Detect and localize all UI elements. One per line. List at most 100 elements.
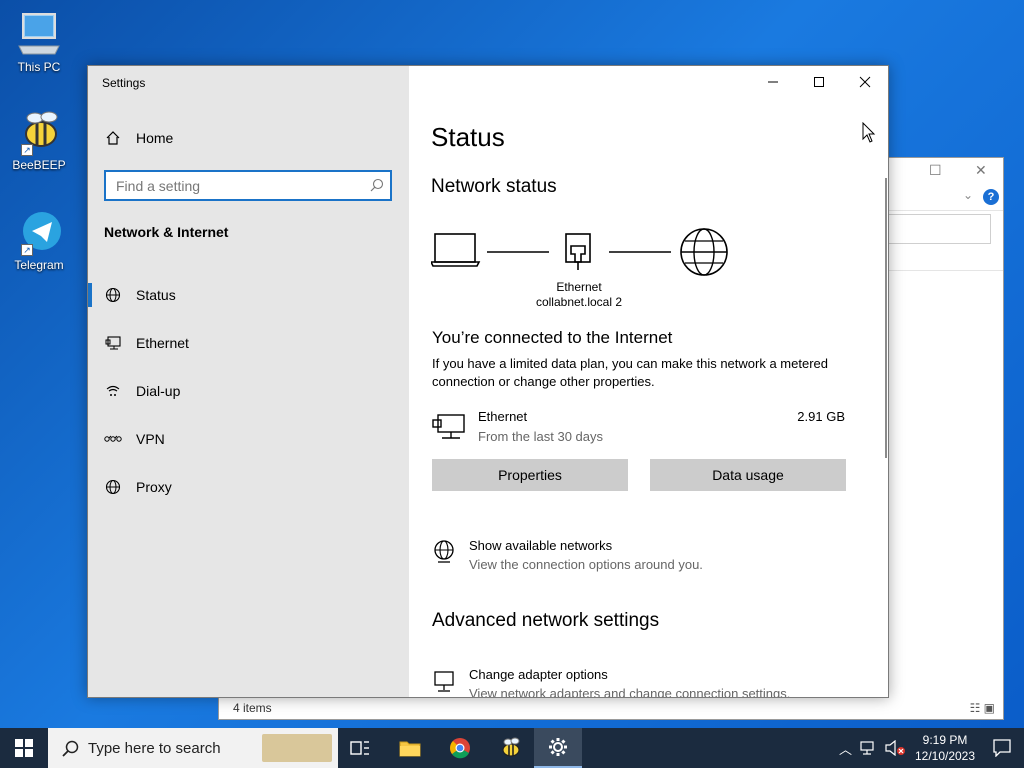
- divider: [889, 270, 1003, 271]
- globe-icon: [104, 478, 122, 496]
- ethernet-port-icon: [565, 233, 591, 270]
- sidebar-item-status[interactable]: Status: [88, 271, 409, 319]
- settings-taskbar-button[interactable]: [534, 728, 582, 768]
- task-view-icon: [350, 741, 369, 755]
- mouse-cursor-icon: [862, 122, 876, 143]
- search-icon: [62, 740, 79, 757]
- adapter-options-title: Change adapter options: [469, 667, 608, 682]
- scrollbar[interactable]: [885, 178, 887, 458]
- chrome-icon: [450, 738, 470, 759]
- search-field[interactable]: [889, 214, 991, 244]
- ethernet-icon: [104, 334, 122, 352]
- windows-logo-icon: [15, 739, 33, 757]
- sidebar-item-vpn[interactable]: VPN: [88, 415, 409, 463]
- view-toggle-icon[interactable]: ☷ ▣: [970, 701, 995, 715]
- file-explorer-button[interactable]: [386, 728, 434, 768]
- connection-status-title: You’re connected to the Internet: [432, 328, 673, 347]
- folder-icon: [399, 741, 421, 757]
- notification-icon: [993, 739, 1011, 757]
- ethernet-icon: [432, 414, 465, 439]
- properties-button[interactable]: Properties: [432, 459, 628, 491]
- shortcut-arrow-icon: ↗: [21, 144, 33, 156]
- show-networks-link[interactable]: Show available networks View the connect…: [432, 538, 852, 578]
- sidebar-item-proxy[interactable]: Proxy: [88, 463, 409, 511]
- explorer-window-controls: ☐ ✕: [889, 158, 1003, 182]
- page-title: Status: [431, 122, 505, 152]
- help-icon[interactable]: ?: [983, 189, 999, 205]
- data-usage-button[interactable]: Data usage: [650, 459, 846, 491]
- sidebar-item-dial-up[interactable]: Dial-up: [88, 367, 409, 415]
- show-networks-subtitle: View the connection options around you.: [469, 557, 703, 572]
- desktop-icon-beebeep[interactable]: ↗ BeeBEEP: [8, 108, 70, 172]
- volume-muted-icon[interactable]: [884, 740, 906, 756]
- advanced-settings-heading: Advanced network settings: [432, 610, 660, 631]
- telegram-icon: ↗: [15, 208, 63, 256]
- bee-icon: [502, 737, 520, 757]
- sidebar-item-label: Proxy: [136, 479, 172, 495]
- search-placeholder: Type here to search: [88, 739, 221, 757]
- chevron-down-icon[interactable]: ⌄: [963, 188, 973, 202]
- start-button[interactable]: [0, 728, 48, 768]
- change-adapter-options-link[interactable]: Change adapter options View network adap…: [432, 667, 852, 698]
- clock-date: 12/10/2023: [914, 749, 976, 763]
- adapter-name: Ethernet: [478, 409, 528, 424]
- system-tray: ︿ 9:19 PM 12/10/2023: [839, 728, 1024, 768]
- desktop-icon-this-pc[interactable]: This PC: [8, 10, 70, 74]
- maximize-icon[interactable]: ☐: [929, 162, 942, 179]
- notifications-button[interactable]: [980, 728, 1024, 768]
- settings-search[interactable]: [104, 170, 392, 201]
- search-highlight-image: [262, 734, 332, 762]
- computer-icon: [15, 10, 63, 58]
- home-nav-item[interactable]: Home: [104, 129, 173, 147]
- sidebar-item-ethernet[interactable]: Ethernet: [88, 319, 409, 367]
- adapter-subtitle: From the last 30 days: [478, 429, 603, 444]
- show-networks-title: Show available networks: [469, 538, 613, 553]
- adapter-name: Ethernet: [556, 280, 602, 294]
- clock[interactable]: 9:19 PM 12/10/2023: [910, 732, 980, 764]
- sidebar-item-label: Dial-up: [136, 383, 181, 399]
- sidebar-item-label: Status: [136, 287, 176, 303]
- vpn-icon: [104, 430, 122, 448]
- taskbar-search[interactable]: Type here to search: [48, 728, 338, 768]
- adapter-options-subtitle: View network adapters and change connect…: [469, 686, 791, 698]
- home-icon: [104, 129, 122, 147]
- search-icon: [370, 178, 384, 197]
- diagram-label: Ethernet collabnet.local 2: [527, 280, 631, 310]
- taskbar: Type here to search ︿ 9:19 PM 12/10/2023: [0, 728, 1024, 768]
- task-view-button[interactable]: [336, 728, 384, 768]
- close-icon[interactable]: ✕: [975, 162, 987, 179]
- globe-status-icon: [104, 286, 122, 304]
- item-count: 4 items: [233, 701, 272, 715]
- window-title: Settings: [102, 76, 146, 90]
- sidebar: Settings Home Network & Internet Status: [88, 66, 409, 697]
- desktop-icon-label: BeeBEEP: [12, 158, 66, 172]
- divider: [889, 210, 1003, 211]
- bee-icon: ↗: [15, 108, 63, 156]
- connection-description: If you have a limited data plan, you can…: [432, 356, 828, 389]
- internet-globe-icon: [680, 228, 728, 276]
- gear-icon: [549, 738, 567, 756]
- chevron-up-icon[interactable]: ︿: [839, 739, 852, 758]
- data-usage-value: 2.91 GB: [797, 409, 845, 424]
- main-content: Status Network status Ethernet collabnet…: [409, 66, 888, 698]
- network-name: collabnet.local 2: [535, 295, 623, 309]
- beebeep-button[interactable]: [486, 728, 534, 768]
- shortcut-arrow-icon: ↗: [21, 244, 33, 256]
- network-status-heading: Network status: [431, 176, 557, 197]
- settings-window: Settings Home Network & Internet Status: [87, 65, 889, 698]
- adapter-options-icon: [434, 671, 454, 692]
- home-label: Home: [136, 130, 174, 146]
- desktop-icon-label: This PC: [17, 60, 61, 74]
- sidebar-item-label: Ethernet: [136, 335, 189, 351]
- chrome-button[interactable]: [436, 728, 484, 768]
- desktop-icon-telegram[interactable]: ↗ Telegram: [8, 208, 70, 272]
- nav-list: Status Ethernet Dial-up VPN Proxy: [88, 271, 409, 511]
- desktop-icon-label: Telegram: [14, 258, 64, 272]
- adapter-usage-row: Ethernet From the last 30 days 2.91 GB: [432, 408, 845, 448]
- dial-up-icon: [104, 382, 122, 400]
- search-input[interactable]: [106, 172, 356, 199]
- network-tray-icon[interactable]: [860, 741, 878, 755]
- sidebar-item-label: VPN: [136, 431, 165, 447]
- globe-network-icon: [434, 540, 454, 563]
- section-title: Network & Internet: [104, 224, 229, 240]
